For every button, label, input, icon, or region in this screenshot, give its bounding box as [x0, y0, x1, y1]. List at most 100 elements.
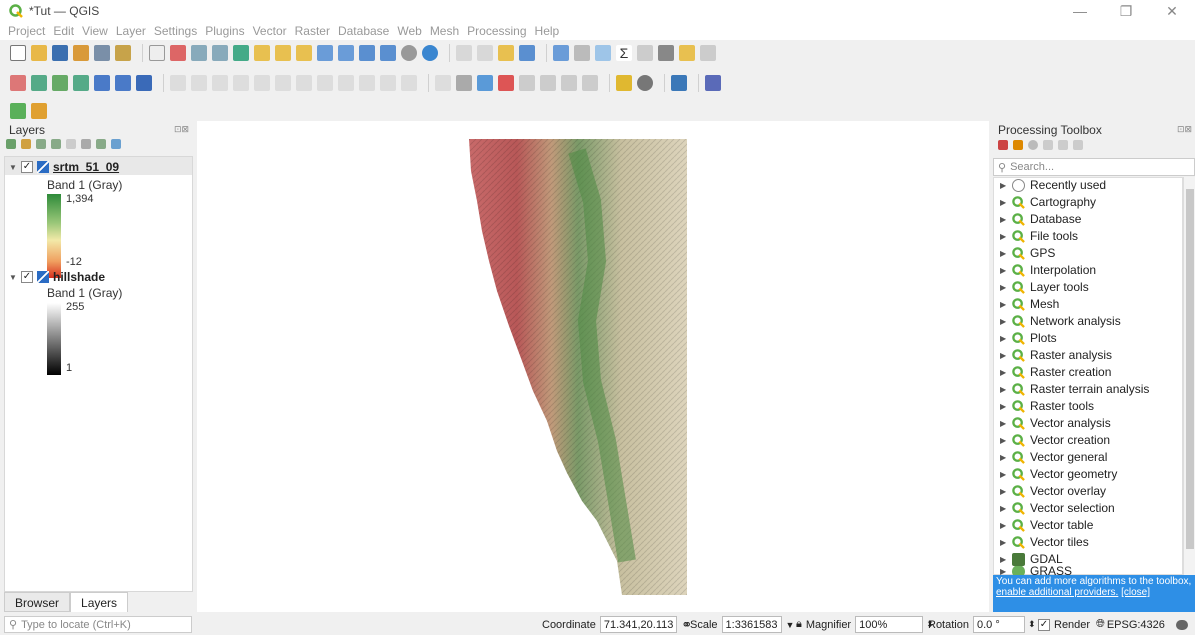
help-icon[interactable] — [705, 75, 721, 91]
models-icon[interactable] — [998, 140, 1008, 150]
mesh-digitize-icon[interactable] — [616, 75, 632, 91]
copy-features-icon[interactable] — [338, 75, 354, 91]
layer-name[interactable]: hillshade — [53, 270, 105, 284]
toolbox-item[interactable]: ▶ Raster terrain analysis — [1000, 381, 1149, 397]
save-edits-icon[interactable] — [212, 75, 228, 91]
redo-icon[interactable] — [401, 75, 417, 91]
toolbox-item[interactable]: ▶ GDAL — [1000, 551, 1063, 567]
messages-button[interactable] — [1176, 616, 1188, 633]
label-change-icon[interactable] — [540, 75, 556, 91]
zoom-next-icon[interactable] — [338, 45, 354, 61]
expand-arrow-icon[interactable]: ▶ — [1000, 453, 1012, 462]
expand-arrow-icon[interactable]: ▶ — [1000, 283, 1012, 292]
expand-arrow-icon[interactable]: ▶ — [1000, 351, 1012, 360]
expand-arrow-icon[interactable]: ▶ — [1000, 368, 1012, 377]
menu-project[interactable]: Project — [8, 24, 45, 38]
remove-layer-icon[interactable] — [111, 139, 121, 149]
expand-arrow-icon[interactable]: ▶ — [1000, 181, 1012, 190]
menu-processing[interactable]: Processing — [467, 24, 526, 38]
toolbox-item[interactable]: ▶ Vector tiles — [1000, 534, 1089, 550]
paste-features-icon[interactable] — [359, 75, 375, 91]
python-console-icon[interactable] — [671, 75, 687, 91]
menu-edit[interactable]: Edit — [53, 24, 74, 38]
menu-settings[interactable]: Settings — [154, 24, 197, 38]
options-icon[interactable] — [1073, 140, 1083, 150]
history-icon[interactable] — [1028, 140, 1038, 150]
toolbox-item[interactable]: ▶ Cartography — [1000, 194, 1096, 210]
toolbox-scrollbar[interactable] — [1183, 177, 1195, 575]
layer-styling-icon[interactable] — [6, 139, 16, 149]
label-pin-icon[interactable] — [456, 75, 472, 91]
toolbox-item[interactable]: ▶ Database — [1000, 211, 1081, 227]
menu-view[interactable]: View — [82, 24, 108, 38]
label-properties-icon[interactable] — [582, 75, 598, 91]
text-annotation-icon[interactable] — [700, 45, 716, 61]
toggle-editing-icon[interactable] — [191, 75, 207, 91]
zoom-native-icon[interactable] — [296, 45, 312, 61]
collapse-all-icon[interactable] — [96, 139, 106, 149]
menu-layer[interactable]: Layer — [116, 24, 146, 38]
locate-input[interactable]: ⚲ Type to locate (Ctrl+K) — [4, 616, 192, 633]
menu-database[interactable]: Database — [338, 24, 389, 38]
menu-mesh[interactable]: Mesh — [430, 24, 459, 38]
layer-visibility-checkbox[interactable]: ✓ — [21, 161, 33, 173]
expand-arrow-icon[interactable]: ▶ — [1000, 266, 1012, 275]
new-print-layout-icon[interactable] — [73, 45, 89, 61]
zoom-out-icon[interactable] — [212, 45, 228, 61]
expand-arrow-icon[interactable]: ▶ — [1000, 402, 1012, 411]
toolbox-item[interactable]: ▶ Vector general — [1000, 449, 1107, 465]
menu-help[interactable]: Help — [535, 24, 560, 38]
toolbox-item-recently-used[interactable]: ▶ Recently used — [1000, 177, 1106, 193]
maximize-button[interactable]: ❐ — [1103, 0, 1149, 22]
menu-vector[interactable]: Vector — [253, 24, 287, 38]
toolbox-item[interactable]: ▶ Raster tools — [1000, 398, 1094, 414]
toolbox-item[interactable]: ▶ File tools — [1000, 228, 1078, 244]
expand-arrow-icon[interactable]: ▶ — [1000, 555, 1012, 564]
expand-arrow-icon[interactable]: ▶ — [1000, 232, 1012, 241]
vertex-tool-icon[interactable] — [254, 75, 270, 91]
minimize-button[interactable]: — — [1057, 0, 1103, 22]
undo-icon[interactable] — [380, 75, 396, 91]
panel-close-icon[interactable]: ⊡⊠ — [1177, 124, 1192, 135]
show-bookmarks-icon[interactable] — [380, 45, 396, 61]
toolbox-item[interactable]: ▶ Vector geometry — [1000, 466, 1117, 482]
expand-arrow-icon[interactable]: ▶ — [1000, 504, 1012, 513]
label-rotate-icon[interactable] — [519, 75, 535, 91]
toolbox-item[interactable]: ▶ GPS — [1000, 245, 1055, 261]
scripts-icon[interactable] — [1013, 140, 1023, 150]
toolbox-item[interactable]: ▶ Network analysis — [1000, 313, 1121, 329]
expand-arrow-icon[interactable]: ▶ — [1000, 385, 1012, 394]
expand-arrow-icon[interactable]: ▶ — [1000, 215, 1012, 224]
save-project-icon[interactable] — [52, 45, 68, 61]
panel-close-icon[interactable]: ⊡⊠ — [174, 124, 189, 135]
layer-hillshade[interactable]: ▼ ✓ hillshade — [9, 269, 105, 285]
add-wms-layer-icon[interactable] — [94, 75, 110, 91]
spin-arrows-icon[interactable]: ⬍ — [1028, 619, 1036, 630]
map-canvas[interactable] — [197, 121, 989, 612]
select-by-value-icon[interactable] — [498, 45, 514, 61]
data-source-manager-icon[interactable] — [10, 75, 26, 91]
expand-arrow-icon[interactable]: ▶ — [1000, 436, 1012, 445]
deselect-icon[interactable] — [477, 45, 493, 61]
toolbox-icon[interactable] — [595, 45, 611, 61]
add-mesh-layer-icon[interactable] — [136, 75, 152, 91]
expand-arrow-icon[interactable]: ▶ — [1000, 317, 1012, 326]
menu-raster[interactable]: Raster — [295, 24, 330, 38]
add-vector-layer-icon[interactable] — [52, 75, 68, 91]
new-bookmark-icon[interactable] — [359, 45, 375, 61]
expand-arrow-icon[interactable]: ▶ — [1000, 538, 1012, 547]
georeferencer-icon[interactable] — [637, 75, 653, 91]
expand-arrow-icon[interactable]: ▶ — [1000, 198, 1012, 207]
close-button[interactable]: ✕ — [1149, 0, 1195, 22]
add-group-icon[interactable] — [21, 139, 31, 149]
annotation-icon[interactable] — [658, 45, 674, 61]
zoom-selection-icon[interactable] — [254, 45, 270, 61]
statistical-summary-icon[interactable]: Σ — [616, 45, 632, 61]
temporal-controller-icon[interactable] — [401, 45, 417, 61]
expand-arrow-icon[interactable]: ▶ — [1000, 487, 1012, 496]
zoom-layer-icon[interactable] — [275, 45, 291, 61]
zoom-in-icon[interactable] — [191, 45, 207, 61]
expand-arrow-icon[interactable]: ▶ — [1000, 521, 1012, 530]
layer-srtm[interactable]: ▼ ✓ srtm_51_09 — [9, 159, 119, 175]
message-bubble-icon[interactable] — [1176, 619, 1188, 630]
